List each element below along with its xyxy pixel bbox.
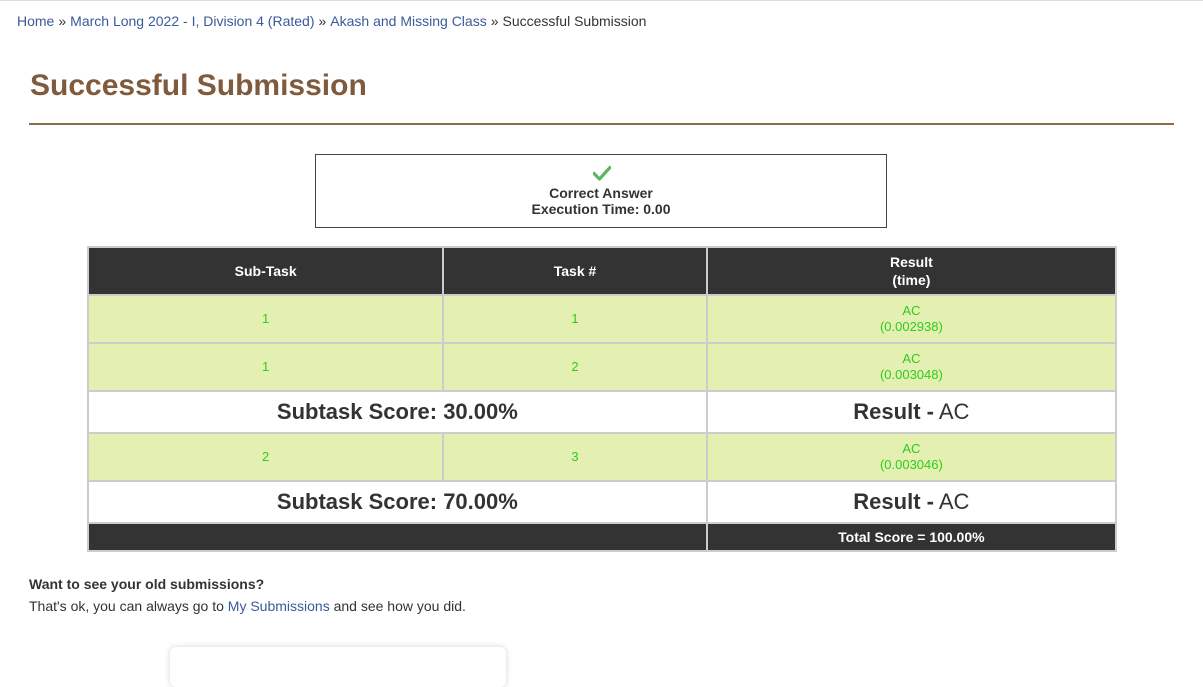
- breadcrumb-contest-link[interactable]: March Long 2022 - I, Division 4 (Rated): [70, 13, 314, 29]
- subtask-score: Subtask Score: 70.00%: [276, 489, 518, 514]
- old-submissions-heading: Want to see your old submissions?: [29, 576, 265, 592]
- header-result: Result (time): [705, 246, 1118, 296]
- task-cell: 2: [442, 342, 708, 392]
- task-cell: 1: [442, 294, 708, 344]
- subtask-score-row: Subtask Score: 30.00% Result - AC: [87, 390, 1118, 434]
- old-submissions-text-before: That's ok, you can always go to: [29, 598, 228, 614]
- breadcrumb: Home» March Long 2022 - I, Division 4 (Ra…: [17, 13, 646, 29]
- breadcrumb-problem-link[interactable]: Akash and Missing Class: [330, 13, 486, 29]
- verdict-text: Correct Answer Execution Time: 0.00: [316, 185, 886, 217]
- header-task: Task #: [442, 246, 708, 296]
- task-cell: 3: [442, 432, 708, 482]
- subtask-cell: 1: [86, 342, 445, 392]
- title-divider: [29, 123, 1174, 125]
- result-time: (0.002938): [879, 319, 943, 334]
- check-icon: [593, 165, 611, 181]
- header-result-label: Result: [889, 254, 933, 270]
- subtask-result-cell: Result - AC: [705, 480, 1118, 524]
- total-score: Total Score = 100.00%: [705, 522, 1118, 552]
- old-submissions-text-after: and see how you did.: [329, 598, 466, 614]
- table-row: 2 3 AC (0.003046): [86, 432, 1118, 482]
- verdict-box: Correct Answer Execution Time: 0.00: [315, 154, 887, 228]
- table-header-row: Sub-Task Task # Result (time): [86, 246, 1118, 296]
- total-score-row: Total Score = 100.00%: [87, 522, 1118, 552]
- subtask-score-row: Subtask Score: 70.00% Result - AC: [87, 480, 1118, 524]
- result-status: AC: [902, 441, 921, 456]
- verdict-status: Correct Answer: [549, 185, 653, 201]
- results-table: Sub-Task Task # Result (time) 1 1 AC (0.…: [86, 246, 1118, 552]
- table-row: 1 2 AC (0.003048): [86, 342, 1118, 392]
- result-status: AC: [902, 351, 921, 366]
- breadcrumb-separator: »: [58, 13, 67, 29]
- result-cell: AC (0.002938): [705, 294, 1118, 344]
- breadcrumb-separator: »: [490, 13, 499, 29]
- subtask-result-label: Result -: [853, 489, 934, 514]
- subtask-cell: 2: [86, 432, 445, 482]
- total-score-spacer: [87, 522, 708, 552]
- my-submissions-link[interactable]: My Submissions: [228, 598, 330, 614]
- result-status: AC: [902, 303, 921, 318]
- bottom-card: [170, 647, 506, 687]
- header-result-time: (time): [892, 272, 931, 288]
- subtask-result-label: Result -: [853, 399, 934, 424]
- subtask-result: Result - AC: [853, 399, 969, 424]
- breadcrumb-separator: »: [318, 13, 327, 29]
- page-title: Successful Submission: [30, 69, 367, 102]
- table-row: 1 1 AC (0.002938): [86, 294, 1118, 344]
- subtask-result-value: AC: [933, 489, 970, 514]
- result-cell: AC (0.003046): [705, 432, 1118, 482]
- subtask-result-value: AC: [933, 399, 970, 424]
- result-cell: AC (0.003048): [705, 342, 1118, 392]
- subtask-score-cell: Subtask Score: 70.00%: [87, 480, 708, 524]
- result-time: (0.003048): [879, 367, 943, 382]
- subtask-result-cell: Result - AC: [705, 390, 1118, 434]
- header-subtask: Sub-Task: [86, 246, 445, 296]
- old-submissions-text: That's ok, you can always go to My Submi…: [29, 598, 466, 614]
- subtask-score: Subtask Score: 30.00%: [276, 399, 518, 424]
- result-time: (0.003046): [879, 457, 943, 472]
- breadcrumb-home-link[interactable]: Home: [17, 13, 54, 29]
- subtask-score-cell: Subtask Score: 30.00%: [87, 390, 708, 434]
- verdict-execution-time: Execution Time: 0.00: [531, 201, 671, 217]
- breadcrumb-current: Successful Submission: [502, 13, 647, 29]
- subtask-cell: 1: [86, 294, 445, 344]
- subtask-result: Result - AC: [853, 489, 969, 514]
